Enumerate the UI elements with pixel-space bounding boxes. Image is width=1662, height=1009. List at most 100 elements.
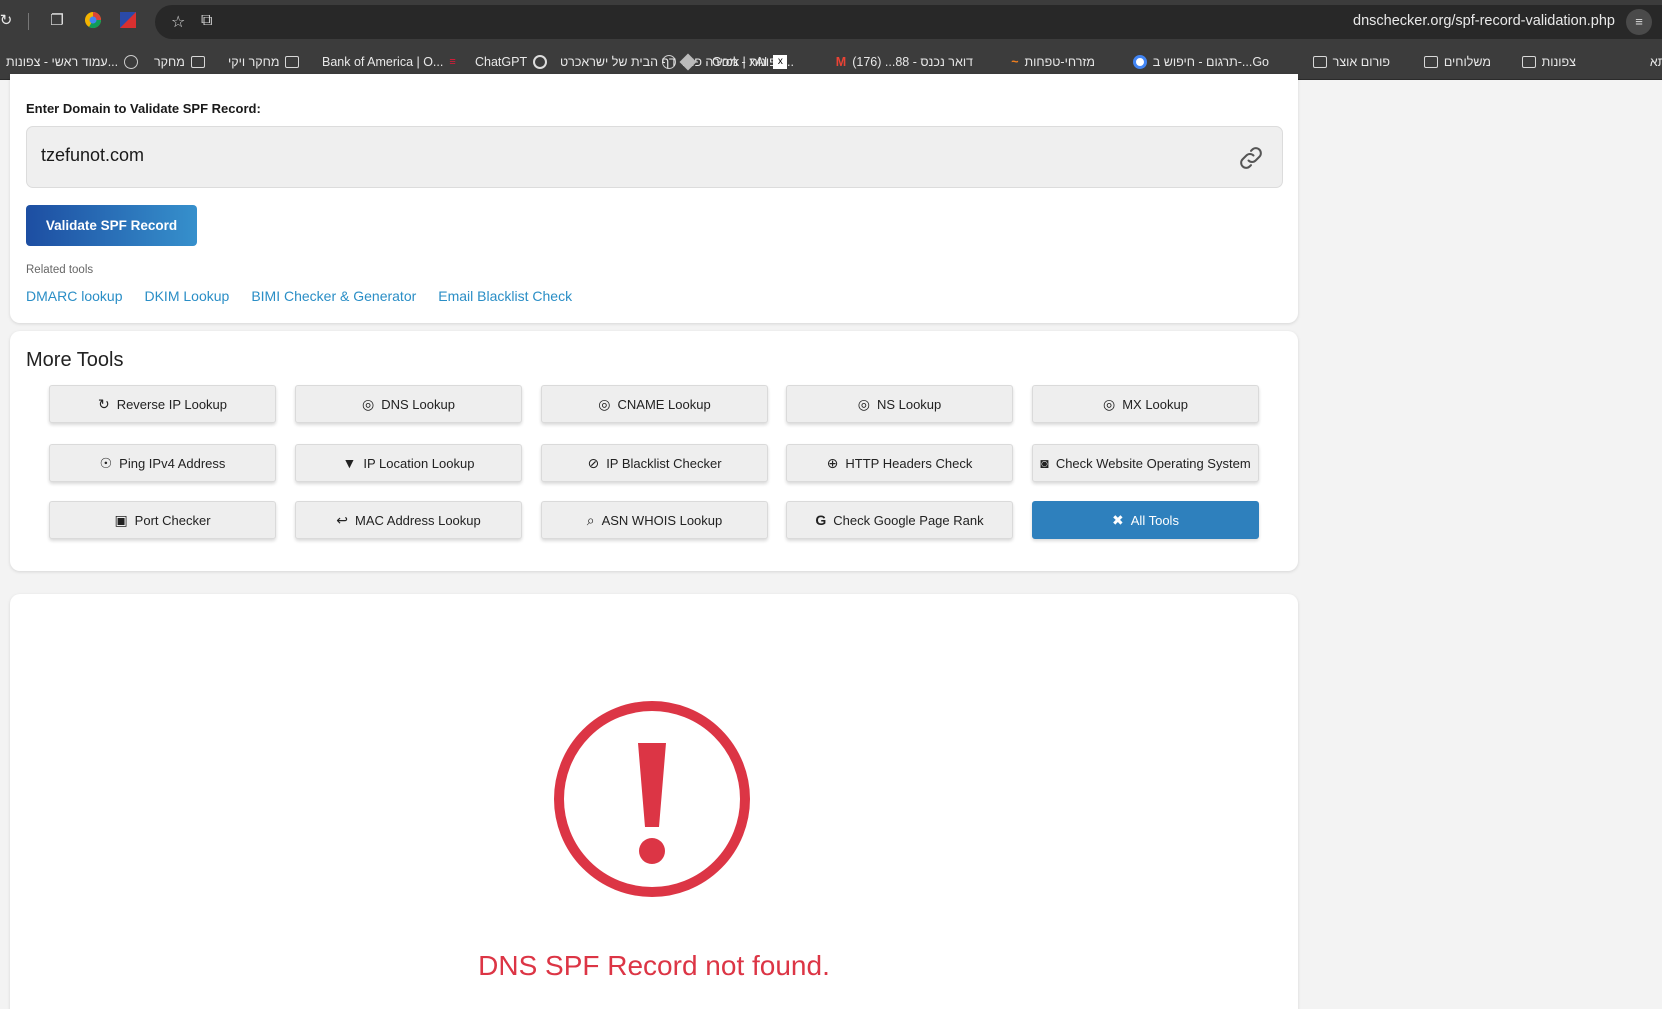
spf-form-card: Enter Domain to Validate SPF Record: Val… [10, 74, 1298, 323]
domain-field-label: Enter Domain to Validate SPF Record: [26, 101, 261, 116]
bank-of-america-icon: ≡ [449, 56, 456, 68]
tool-button-http-headers[interactable]: ⊕ HTTP Headers Check [786, 444, 1013, 482]
bookmark-folder[interactable]: מחקר ויקי [228, 52, 300, 72]
extension-flag-icon[interactable] [118, 11, 138, 31]
ban-icon: ⊘ [587, 455, 600, 471]
spf-not-found-message: DNS SPF Record not found. [478, 950, 830, 981]
bookmark-label: דף הבית של ישראכרט [560, 55, 676, 69]
more-tools-title: More Tools [26, 349, 124, 371]
translate-icon[interactable]: ⧉ [201, 12, 212, 30]
search-icon: ⌕ [586, 512, 595, 528]
tool-button-ping[interactable]: ☉ Ping IPv4 Address [49, 444, 276, 482]
shield-search-icon: ◙ [1040, 455, 1049, 471]
bookmark-label: פורום אוצר [1332, 55, 1390, 69]
more-tools-card: More Tools ↻ Reverse IP Lookup ◎ DNS Looku… [10, 331, 1298, 571]
isracard-icon [679, 53, 697, 71]
tool-button-asn-whois[interactable]: ⌕ ASN WHOIS Lookup [541, 501, 768, 539]
domain-input[interactable] [41, 145, 1191, 166]
extension-color-icon[interactable] [83, 11, 103, 31]
bookmark-folder[interactable]: צפונות [1521, 52, 1576, 72]
validate-spf-button[interactable]: Validate SPF Record [26, 205, 197, 246]
tool-button-label: HTTP Headers Check [845, 455, 973, 471]
bookmark-label: עמוד ראשי - צפונות... [6, 55, 119, 69]
tool-button-website-os[interactable]: ◙ Check Website Operating System [1032, 444, 1259, 482]
bookmark-item[interactable]: ~ מזרחי-טפחות [1011, 52, 1095, 72]
tool-button-label: Reverse IP Lookup [116, 396, 228, 412]
dns-icon: ◎ [1103, 396, 1116, 412]
related-tools-title: Related tools [26, 264, 94, 276]
port-icon: ▣ [114, 512, 128, 528]
gmail-icon: M [835, 55, 847, 69]
bimi-checker-link[interactable]: BIMI Checker & Generator [251, 288, 416, 304]
bookmark-item[interactable]: תרגום - חיפוש ב-...Go [1132, 52, 1269, 72]
tool-button-label: Check Website Operating System [1055, 455, 1251, 471]
result-card: DNS SPF Record not found. [10, 594, 1298, 1009]
bookmark-label: Grok | xAI [712, 55, 768, 69]
extensions-icon[interactable]: ❐ [47, 11, 67, 31]
url-text[interactable]: dnschecker.org/spf-record-validation.php [1353, 13, 1615, 29]
tool-button-label: MAC Address Lookup [355, 512, 481, 528]
folder-icon [1521, 56, 1536, 68]
chatgpt-icon [533, 55, 548, 69]
tool-button-label: Check Google Page Rank [833, 512, 984, 528]
google-icon: G [815, 512, 827, 528]
bookmark-item[interactable]: Grok | xAI x [712, 52, 788, 72]
tool-button-label: Ping IPv4 Address [119, 455, 226, 471]
tools-icon: ✖ [1112, 512, 1124, 528]
bookmark-item[interactable]: עמוד ראשי - צפונות... [6, 52, 139, 72]
bookmark-folder[interactable]: משלוחים [1423, 52, 1491, 72]
folder-icon [1423, 56, 1438, 68]
globe-icon [124, 55, 139, 69]
bookmark-label: Bank of America | O... [322, 55, 444, 69]
folder-icon [190, 56, 205, 68]
dmarc-lookup-link[interactable]: DMARC lookup [26, 288, 122, 304]
error-exclamation-icon [554, 701, 750, 897]
tool-button-port-checker[interactable]: ▣ Port Checker [49, 501, 276, 539]
tool-button-ip-location[interactable]: ▼ IP Location Lookup [295, 444, 522, 482]
tool-button-mac-address[interactable]: ↩ MAC Address Lookup [295, 501, 522, 539]
related-tools-links: DMARC lookup DKIM Lookup BIMI Checker & … [26, 288, 572, 304]
tool-button-google-page-rank[interactable]: G Check Google Page Rank [786, 501, 1013, 539]
email-blacklist-link[interactable]: Email Blacklist Check [438, 288, 572, 304]
tool-button-mx[interactable]: ◎ MX Lookup [1032, 385, 1259, 423]
tool-button-label: All Tools [1130, 512, 1179, 528]
google-icon [1132, 55, 1147, 69]
bookmark-star-icon[interactable]: ☆ [171, 12, 185, 32]
tool-button-reverse-ip[interactable]: ↻ Reverse IP Lookup [49, 385, 276, 423]
folder-icon [1312, 56, 1327, 68]
reload-icon[interactable]: ↻ [0, 11, 16, 31]
location-outline-icon: ☉ [99, 455, 113, 471]
bookmark-folder[interactable]: מחקר [154, 52, 205, 72]
bookmark-item[interactable]: ChatGPT [475, 52, 548, 72]
tool-button-dns[interactable]: ◎ DNS Lookup [295, 385, 522, 423]
bookmark-item[interactable]: פתא [1650, 52, 1662, 72]
tool-button-label: NS Lookup [876, 396, 942, 412]
dns-icon: ◎ [362, 396, 375, 412]
bookmark-folder[interactable]: פורום אוצר [1312, 52, 1390, 72]
bookmark-label: תרגום - חיפוש ב-...Go [1152, 55, 1269, 69]
dns-icon: ◎ [598, 396, 611, 412]
bookmark-item[interactable]: דף הבית של ישראכרט [560, 52, 697, 72]
tool-button-label: IP Blacklist Checker [606, 455, 722, 471]
cable-icon: ↩ [336, 512, 348, 528]
bookmark-item[interactable]: Bank of America | O... ≡ [322, 52, 456, 72]
bookmark-item[interactable]: M דואר נכנס - 88... (176) [836, 52, 973, 72]
site-settings-icon[interactable]: ≡ [1626, 9, 1652, 35]
bookmark-label: פתא [1649, 55, 1662, 69]
dns-icon: ◎ [857, 396, 870, 412]
tool-button-ip-blacklist[interactable]: ⊘ IP Blacklist Checker [541, 444, 768, 482]
bookmark-label: מחקר ויקי [228, 55, 280, 69]
dkim-lookup-link[interactable]: DKIM Lookup [144, 288, 229, 304]
address-bar[interactable]: ☆ ⧉ dnschecker.org/spf-record-validation… [155, 5, 1662, 39]
toolbar-divider [28, 13, 29, 30]
bookmark-label: מחקר [154, 55, 185, 69]
link-icon[interactable] [1236, 143, 1266, 173]
xai-icon: x [773, 55, 788, 69]
tool-button-ns[interactable]: ◎ NS Lookup [786, 385, 1013, 423]
tool-button-label: IP Location Lookup [363, 455, 475, 471]
domain-input-wrapper[interactable] [26, 126, 1283, 188]
tool-button-all-tools[interactable]: ✖ All Tools [1032, 501, 1259, 539]
tool-button-cname[interactable]: ◎ CNAME Lookup [541, 385, 768, 423]
bookmark-label: ChatGPT [475, 55, 528, 69]
bookmark-label: משלוחים [1443, 55, 1491, 69]
